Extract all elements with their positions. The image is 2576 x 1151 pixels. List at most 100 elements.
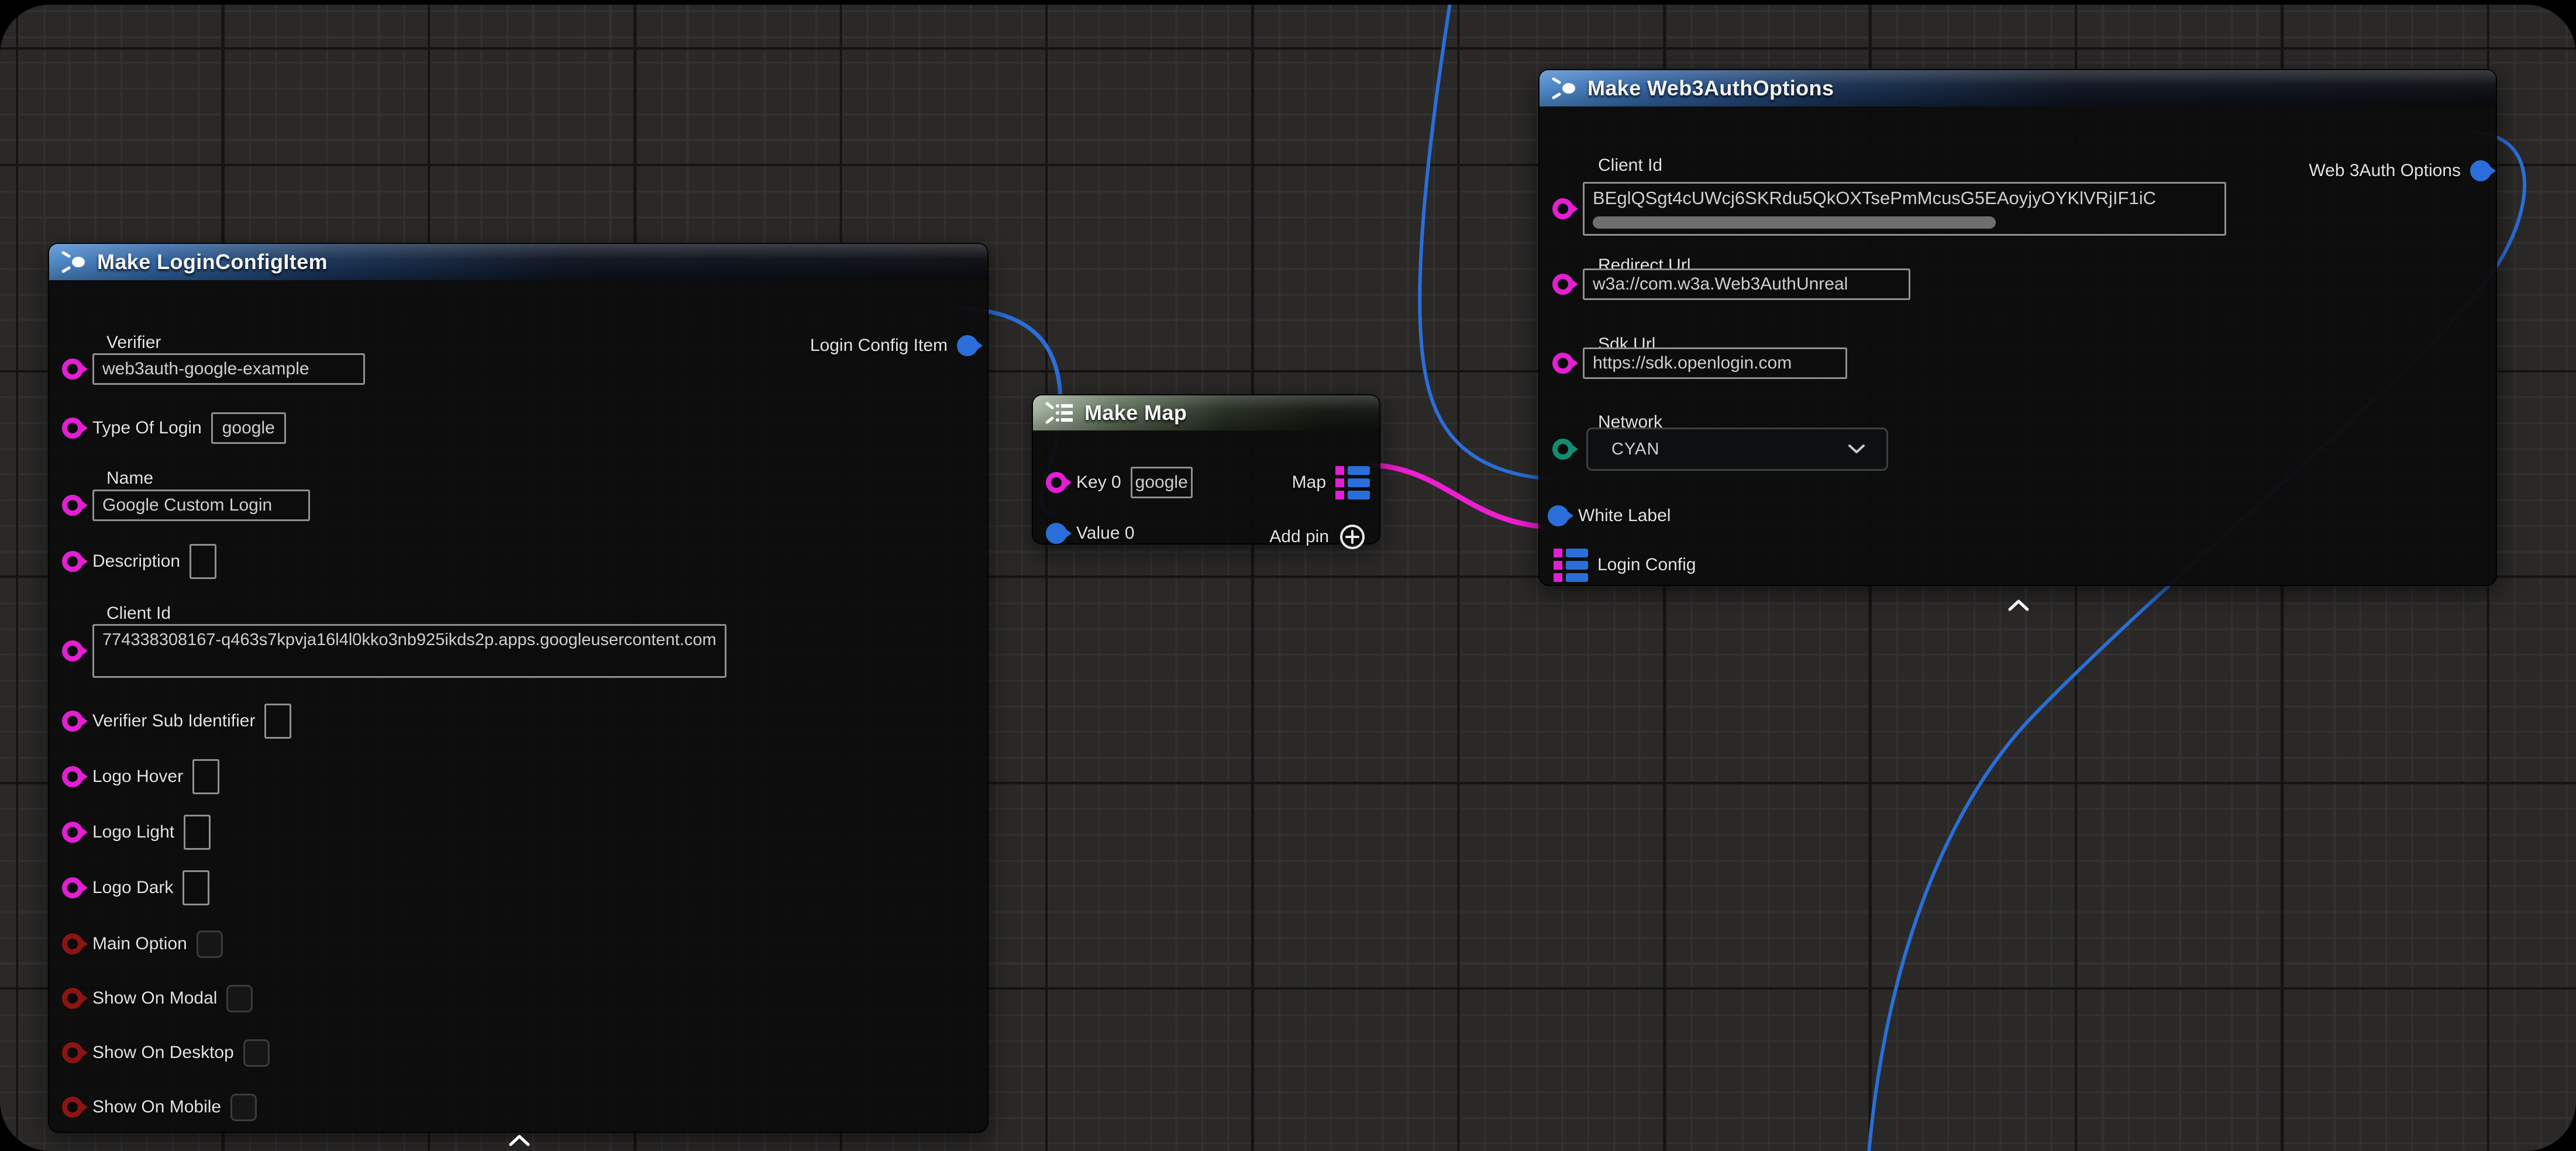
client-id-input[interactable]: 774338308167-q463s7kpvja16l4l0kko3nb925i… — [92, 624, 726, 678]
name-pin[interactable] — [62, 495, 83, 516]
white-label-label: White Label — [1578, 506, 1671, 526]
login-config-row: Login Config — [1554, 546, 1696, 584]
description-pin[interactable] — [62, 551, 83, 572]
white-label-pin[interactable] — [1548, 505, 1569, 526]
client-id-pin[interactable] — [1552, 198, 1573, 219]
verifier-sub-identifier-row: Verifier Sub Identifier — [62, 702, 291, 740]
white-label-row: White Label — [1548, 497, 1671, 535]
logo-hover-input[interactable] — [192, 759, 219, 794]
show-on-mobile-checkbox[interactable] — [230, 1094, 257, 1121]
collapse-chevron-icon[interactable] — [508, 1134, 531, 1147]
map-output-pin[interactable] — [1335, 466, 1370, 499]
show-on-desktop-checkbox[interactable] — [243, 1039, 270, 1067]
show-on-desktop-pin[interactable] — [62, 1042, 83, 1063]
logo-hover-pin[interactable] — [62, 766, 83, 787]
type-of-login-row: Type Of Login google — [62, 409, 286, 447]
client-id-row: BEglQSgt4cUWcj6SKRdu5QkOXTsePmMcusG5EAoy… — [1552, 181, 2226, 236]
show-on-mobile-label: Show On Mobile — [92, 1097, 221, 1117]
logo-hover-row: Logo Hover — [62, 758, 219, 795]
blueprint-graph-canvas[interactable]: Make LoginConfigItem Login Config Item V… — [0, 5, 2576, 1151]
node-make-web3authoptions[interactable]: Make Web3AuthOptions Web 3Auth Options C… — [1538, 69, 2497, 586]
show-on-modal-pin[interactable] — [62, 988, 83, 1009]
node-make-loginconfigitem[interactable]: Make LoginConfigItem Login Config Item V… — [48, 243, 989, 1133]
map-output-label: Map — [1292, 473, 1326, 492]
login-config-pin[interactable] — [1554, 549, 1588, 582]
make-struct-icon — [1551, 77, 1578, 100]
node-header-make-map[interactable]: Make Map — [1033, 395, 1379, 430]
client-id-input[interactable]: BEglQSgt4cUWcj6SKRdu5QkOXTsePmMcusG5EAoy… — [1583, 182, 2226, 236]
make-map-icon — [1045, 401, 1075, 425]
output-row-login-config-item: Login Config Item — [810, 327, 978, 364]
show-on-mobile-pin[interactable] — [62, 1097, 83, 1118]
value0-row: Value 0 — [1046, 515, 1135, 552]
logo-dark-row: Logo Dark — [62, 869, 209, 907]
verifier-pin[interactable] — [62, 359, 83, 380]
add-pin-icon[interactable] — [1338, 523, 1366, 551]
output-row-web3auth-options: Web 3Auth Options — [2309, 152, 2491, 189]
type-of-login-input[interactable]: google — [211, 412, 286, 444]
key0-pin[interactable] — [1046, 472, 1067, 493]
type-of-login-label: Type Of Login — [92, 418, 202, 438]
client-id-pin[interactable] — [62, 640, 83, 661]
node-header-make-web3authoptions[interactable]: Make Web3AuthOptions — [1540, 70, 2496, 106]
collapse-chevron-icon[interactable] — [2007, 599, 2030, 612]
node-title: Make LoginConfigItem — [97, 250, 328, 274]
map-output-row: Map — [1292, 464, 1370, 501]
verifier-sub-identifier-pin[interactable] — [62, 711, 83, 732]
sdk-url-pin[interactable] — [1552, 353, 1573, 374]
main-option-checkbox[interactable] — [197, 931, 223, 958]
chevron-down-icon — [1848, 444, 1865, 454]
show-on-modal-row: Show On Modal — [62, 980, 253, 1017]
web3auth-options-output-pin[interactable] — [2470, 160, 2491, 181]
description-input[interactable] — [190, 544, 216, 579]
logo-light-input[interactable] — [184, 815, 211, 850]
logo-light-label: Logo Light — [92, 822, 174, 842]
name-row: Google Custom Login — [62, 487, 310, 524]
node-make-map[interactable]: Make Map Key 0 google Map Value 0 — [1032, 394, 1380, 545]
name-label: Name — [106, 468, 153, 488]
client-id-row: 774338308167-q463s7kpvja16l4l0kko3nb925i… — [62, 624, 726, 678]
add-pin-row: Add pin — [1269, 518, 1366, 556]
redirect-url-input[interactable]: w3a://com.w3a.Web3AuthUnreal — [1583, 268, 1910, 300]
client-id-value: BEglQSgt4cUWcj6SKRdu5QkOXTsePmMcusG5EAoy… — [1593, 185, 2219, 212]
login-config-label: Login Config — [1597, 555, 1696, 575]
wire-top-to-whitelabel[interactable] — [1420, 5, 1550, 479]
value0-label: Value 0 — [1076, 523, 1135, 543]
type-of-login-pin[interactable] — [62, 418, 83, 439]
show-on-desktop-label: Show On Desktop — [92, 1043, 234, 1063]
show-on-mobile-row: Show On Mobile — [62, 1088, 257, 1126]
logo-light-row: Logo Light — [62, 814, 211, 851]
client-id-scrollbar[interactable] — [1593, 216, 1996, 229]
client-id-label: Client Id — [106, 604, 171, 623]
name-input[interactable]: Google Custom Login — [92, 490, 310, 521]
verifier-input[interactable]: web3auth-google-example — [92, 353, 365, 385]
login-config-item-output-pin[interactable] — [957, 335, 978, 356]
main-option-pin[interactable] — [62, 933, 83, 954]
logo-dark-input[interactable] — [182, 870, 209, 905]
show-on-desktop-row: Show On Desktop — [62, 1034, 270, 1071]
key0-label: Key 0 — [1076, 473, 1121, 492]
logo-light-pin[interactable] — [62, 822, 83, 843]
verifier-sub-identifier-input[interactable] — [264, 704, 291, 739]
value0-pin[interactable] — [1046, 523, 1067, 544]
logo-dark-pin[interactable] — [62, 877, 83, 898]
node-title: Make Map — [1084, 401, 1187, 425]
add-pin-label: Add pin — [1269, 527, 1329, 547]
network-dropdown[interactable]: CYAN — [1586, 428, 1888, 471]
output-label: Login Config Item — [810, 336, 948, 356]
output-label: Web 3Auth Options — [2309, 161, 2461, 181]
description-row: Description — [62, 543, 216, 580]
key0-input[interactable]: google — [1131, 467, 1193, 498]
show-on-modal-checkbox[interactable] — [226, 985, 253, 1012]
client-id-label: Client Id — [1598, 156, 1662, 175]
network-selected-value: CYAN — [1611, 440, 1659, 459]
node-header-make-loginconfigitem[interactable]: Make LoginConfigItem — [49, 244, 987, 280]
description-label: Description — [92, 552, 180, 571]
key0-row: Key 0 google — [1046, 464, 1193, 501]
node-title: Make Web3AuthOptions — [1587, 76, 1834, 101]
redirect-url-pin[interactable] — [1552, 274, 1573, 295]
verifier-sub-identifier-label: Verifier Sub Identifier — [92, 711, 255, 731]
sdk-url-input[interactable]: https://sdk.openlogin.com — [1583, 347, 1847, 379]
network-pin[interactable] — [1552, 439, 1573, 460]
redirect-url-row: w3a://com.w3a.Web3AuthUnreal — [1552, 266, 1910, 303]
